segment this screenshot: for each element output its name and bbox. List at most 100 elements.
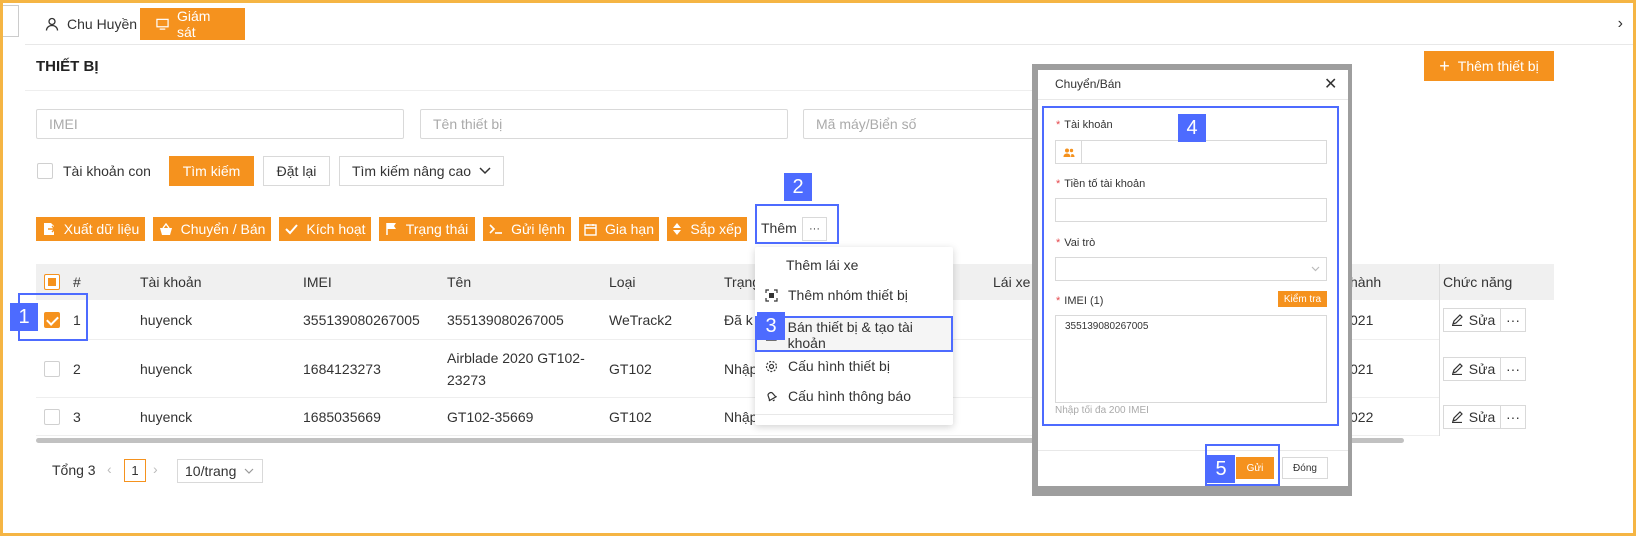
menu-add-device-group[interactable]: Thêm nhóm thiết bị: [760, 280, 950, 310]
add-device-button[interactable]: + Thêm thiết bị: [1424, 51, 1554, 81]
callout-box-2: [755, 204, 839, 244]
status-button[interactable]: Trạng thái: [379, 217, 475, 241]
activate-label: Kích hoạt: [306, 221, 366, 237]
device-name-placeholder: Tên thiết bị: [433, 116, 503, 132]
row-checkbox[interactable]: [44, 361, 60, 377]
transfer-sell-label: Chuyển / Bán: [180, 221, 266, 237]
search-button[interactable]: Tìm kiếm: [169, 156, 254, 186]
plate-placeholder: Mã máy/Biển số: [816, 116, 917, 132]
sort-icon: [673, 223, 682, 235]
callout-box-4: [1042, 106, 1339, 426]
send-command-button[interactable]: Gửi lệnh: [483, 217, 571, 241]
callout-number-1: 1: [10, 303, 38, 331]
extend-button[interactable]: Gia hạn: [579, 217, 659, 241]
header-type: Loại: [609, 274, 636, 290]
menu-device-config[interactable]: Cấu hình thiết bị: [760, 351, 950, 381]
next-page-icon[interactable]: ›: [153, 461, 158, 477]
activate-button[interactable]: Kích hoạt: [279, 217, 371, 241]
divider: [25, 90, 1175, 91]
edit-button[interactable]: Sửa: [1443, 308, 1503, 332]
sort-button[interactable]: Sắp xếp: [667, 217, 747, 241]
chevron-right-icon[interactable]: ›: [1618, 15, 1623, 33]
close-icon[interactable]: ✕: [1324, 74, 1337, 94]
add-device-label: Thêm thiết bị: [1457, 58, 1539, 74]
tab-user-label: Chu Huyền: [67, 16, 138, 32]
total-count: Tổng 3: [52, 462, 96, 478]
row-account: huyenck: [140, 361, 193, 377]
export-icon: [43, 223, 56, 235]
chevron-down-icon: [244, 468, 254, 474]
row-imei: 355139080267005: [303, 312, 420, 328]
row-status: Nhập: [724, 409, 758, 425]
export-button[interactable]: Xuất dữ liệu: [36, 217, 145, 241]
tab-user[interactable]: Chu Huyền: [29, 8, 153, 40]
flag-icon: [385, 223, 396, 235]
row-type: WeTrack2: [609, 312, 673, 328]
row-imei: 1684123273: [303, 361, 381, 377]
cancel-button[interactable]: Đóng: [1282, 457, 1328, 479]
callout-number-2: 2: [784, 173, 812, 201]
row-expire: 021: [1350, 312, 1374, 328]
menu-add-driver[interactable]: Thêm lái xe: [760, 250, 950, 280]
row-expire: 021: [1350, 361, 1374, 377]
transfer-sell-button[interactable]: Chuyển / Bán: [153, 217, 271, 241]
header-imei: IMEI: [303, 274, 332, 290]
subaccount-checkbox[interactable]: [37, 163, 53, 179]
reset-button[interactable]: Đặt lại: [263, 156, 330, 186]
row-type: GT102: [609, 361, 652, 377]
tab-bar: Chu Huyền Giám sát ›: [25, 5, 1633, 45]
pencil-icon: [1451, 363, 1463, 375]
callout-number-3: 3: [757, 312, 785, 340]
edit-button[interactable]: Sửa: [1443, 405, 1503, 429]
calendar-icon: [584, 223, 597, 236]
modal-header-divider: [1038, 99, 1348, 100]
row-status: Đã k: [724, 312, 753, 328]
advanced-search-button[interactable]: Tìm kiếm nâng cao: [339, 156, 504, 186]
basket-icon: [159, 222, 172, 235]
select-all-checkbox[interactable]: [44, 274, 60, 290]
page-size-label: 10/trang: [185, 463, 237, 479]
callout-number-5: 5: [1207, 455, 1235, 483]
edit-label: Sửa: [1468, 409, 1496, 425]
edit-label: Sửa: [1468, 312, 1496, 328]
tab-monitor[interactable]: Giám sát: [140, 8, 245, 40]
edit-button[interactable]: Sửa: [1443, 357, 1503, 381]
row-account: huyenck: [140, 409, 193, 425]
send-command-label: Gửi lệnh: [511, 221, 565, 237]
row-more-button[interactable]: ···: [1500, 405, 1526, 429]
terminal-icon: [489, 224, 503, 234]
row-expire: 022: [1350, 409, 1374, 425]
menu-notification-config[interactable]: Cấu hình thông báo: [760, 381, 950, 411]
row-num: 3: [73, 409, 81, 425]
row-status: Nhập: [724, 361, 758, 377]
group-icon: [765, 288, 778, 302]
menu-add-driver-label: Thêm lái xe: [786, 257, 859, 273]
advanced-search-label: Tìm kiếm nâng cao: [351, 163, 472, 179]
sidebar-toggle[interactable]: [3, 5, 19, 37]
plus-icon: +: [1439, 56, 1450, 76]
page-title: THIẾT BỊ: [36, 58, 99, 75]
plate-input[interactable]: Mã máy/Biển số: [803, 109, 1043, 139]
device-name-input[interactable]: Tên thiết bị: [420, 109, 788, 139]
activate-icon: [285, 223, 299, 234]
row-more-button[interactable]: ···: [1500, 357, 1526, 381]
pencil-icon: [1451, 314, 1463, 326]
row-name[interactable]: 355139080267005: [447, 300, 564, 340]
imei-placeholder: IMEI: [49, 116, 78, 132]
chevron-down-icon: [479, 167, 491, 175]
header-driver: Lái xe: [993, 274, 1031, 290]
row-checkbox[interactable]: [44, 409, 60, 425]
page-number[interactable]: 1: [124, 459, 146, 482]
row-account: huyenck: [140, 312, 193, 328]
extend-label: Gia hạn: [604, 221, 655, 237]
edit-label: Sửa: [1468, 361, 1496, 377]
imei-input[interactable]: IMEI: [36, 109, 404, 139]
row-name[interactable]: Airblade 2020 GT102-23273: [447, 340, 597, 398]
row-name[interactable]: GT102-35669: [447, 398, 533, 436]
menu-device-config-label: Cấu hình thiết bị: [788, 358, 890, 374]
page-size-select[interactable]: 10/trang: [177, 459, 263, 483]
header-name: Tên: [447, 274, 472, 290]
menu-notification-config-label: Cấu hình thông báo: [788, 388, 911, 404]
row-more-button[interactable]: ···: [1500, 308, 1526, 332]
prev-page-icon[interactable]: ‹: [107, 461, 112, 477]
